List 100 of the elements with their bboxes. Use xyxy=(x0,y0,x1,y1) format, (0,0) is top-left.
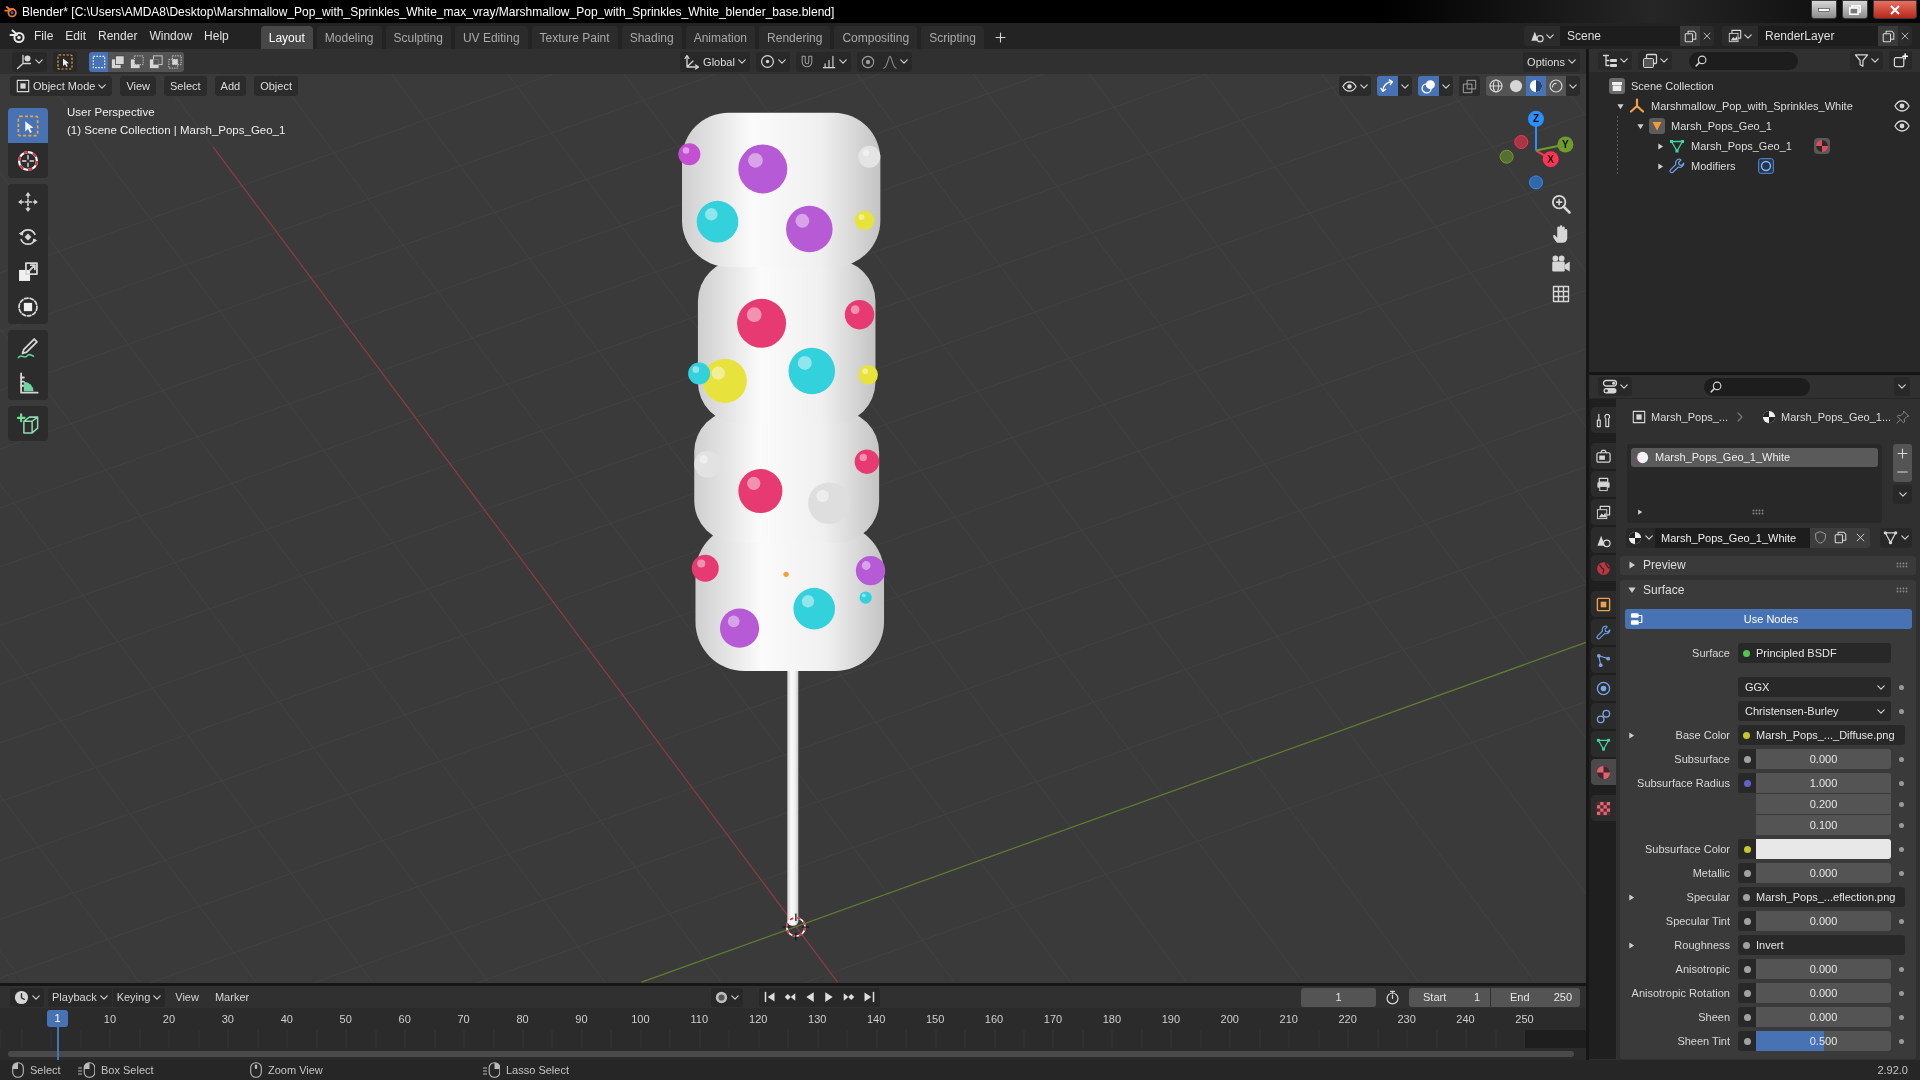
remove-view-layer-button[interactable] xyxy=(1898,26,1912,46)
pivot-dropdown[interactable] xyxy=(755,51,790,72)
add-slot-button[interactable] xyxy=(1893,443,1912,463)
menu-dropdown[interactable]: Playback xyxy=(48,987,112,1007)
shading-mode-button[interactable] xyxy=(1506,76,1526,96)
number-field[interactable]: 1.000 xyxy=(1756,773,1891,793)
grid-icon[interactable] xyxy=(1551,284,1571,304)
minimize-button[interactable] xyxy=(1811,0,1837,19)
dropdown[interactable]: Christensen-Burley xyxy=(1738,701,1891,721)
axis-handle[interactable]: Z xyxy=(1528,110,1544,152)
sphere-badge-icon[interactable] xyxy=(1813,138,1830,154)
keyframe-dot-icon[interactable] xyxy=(1898,708,1904,714)
link-mode-dropdown[interactable] xyxy=(1880,527,1912,548)
keyframe-dot-icon[interactable] xyxy=(1898,990,1904,996)
options-button[interactable] xyxy=(1894,377,1910,396)
search-field[interactable] xyxy=(1689,51,1798,70)
socket-button[interactable] xyxy=(1738,1031,1756,1051)
select-mode-button[interactable] xyxy=(108,51,127,72)
end-frame-field[interactable]: End 250 xyxy=(1491,987,1580,1007)
active-tool-button[interactable] xyxy=(53,51,77,72)
menu-item[interactable]: Render xyxy=(92,26,144,46)
editor-type-button[interactable] xyxy=(12,51,47,72)
number-field[interactable]: 0.000 xyxy=(1756,983,1891,1003)
socket-button[interactable] xyxy=(1738,911,1756,931)
eye-icon[interactable] xyxy=(1894,98,1910,114)
properties-tab[interactable] xyxy=(1591,647,1616,673)
menu-item[interactable]: View xyxy=(120,76,157,96)
workspace-tab[interactable]: Texture Paint xyxy=(531,26,618,49)
menu-item[interactable]: Object xyxy=(254,76,298,96)
scene-browse-button[interactable] xyxy=(1524,26,1560,46)
overlay-toggle[interactable] xyxy=(1418,76,1439,96)
use-nodes-button[interactable]: Use Nodes xyxy=(1625,609,1912,629)
outliner-item[interactable]: Marsh_Pops_Geo_1 xyxy=(1671,120,1772,132)
shading-mode-button[interactable] xyxy=(1546,76,1566,96)
workspace-tab[interactable]: Modeling xyxy=(316,26,382,49)
editor-type-button[interactable] xyxy=(1598,377,1632,396)
camera-icon[interactable] xyxy=(1551,254,1571,274)
view-layer-name-field[interactable]: RenderLayer xyxy=(1758,26,1878,46)
keyframe-dot-icon[interactable] xyxy=(1898,1038,1904,1044)
properties-tab[interactable] xyxy=(1591,703,1616,729)
link-field[interactable]: Marsh_Pops_...eflection.png xyxy=(1738,887,1905,907)
properties-tab[interactable] xyxy=(1591,471,1616,497)
toggle-menu-button[interactable] xyxy=(1439,76,1453,96)
eye-icon[interactable] xyxy=(1894,118,1910,134)
menu-item[interactable]: Marker xyxy=(208,987,256,1007)
unlink-material-button[interactable] xyxy=(1850,527,1870,548)
socket-button[interactable] xyxy=(1738,1007,1756,1027)
disclosure-triangle-icon[interactable] xyxy=(1636,122,1644,130)
disclosure-triangle-icon[interactable] xyxy=(1656,162,1664,170)
search-field[interactable] xyxy=(1704,377,1810,396)
new-scene-button[interactable] xyxy=(1680,26,1700,46)
keyframe-dot-icon[interactable] xyxy=(1898,780,1904,786)
socket-button[interactable] xyxy=(1738,839,1756,859)
negative-axis-handle[interactable] xyxy=(1499,149,1514,164)
new-view-layer-button[interactable] xyxy=(1878,26,1898,46)
workspace-tab[interactable]: Layout xyxy=(260,26,313,49)
tool-button[interactable] xyxy=(8,330,48,365)
slot-menu-button[interactable] xyxy=(1893,484,1912,504)
tool-button[interactable] xyxy=(8,406,48,441)
properties-tab[interactable] xyxy=(1591,443,1616,469)
properties-tab[interactable] xyxy=(1591,731,1616,757)
keyframe-dot-icon[interactable] xyxy=(1898,846,1904,852)
snap-target-dropdown[interactable] xyxy=(817,51,851,72)
jump-to-start-icon[interactable] xyxy=(763,991,776,1003)
workspace-tab[interactable]: Animation xyxy=(685,26,756,49)
number-field[interactable]: 0.000 xyxy=(1756,959,1891,979)
properties-tab[interactable] xyxy=(1591,407,1616,433)
crosshair-ring-icon[interactable] xyxy=(781,912,810,942)
pin-icon[interactable] xyxy=(1896,409,1911,424)
disclosure-triangle-icon[interactable] xyxy=(1628,941,1635,949)
shader-field[interactable]: Principled BSDF xyxy=(1738,643,1891,663)
outliner-item[interactable]: Marsh_Pops_Geo_1 xyxy=(1691,140,1792,152)
menu-item[interactable]: Window xyxy=(143,26,199,46)
fake-user-button[interactable] xyxy=(1810,527,1830,548)
workspace-tab[interactable]: Scripting xyxy=(921,26,984,49)
display-mode-dropdown[interactable] xyxy=(1638,51,1672,70)
resize-grip-icon[interactable] xyxy=(1751,508,1764,515)
auto-keying-button[interactable] xyxy=(710,987,743,1007)
previous-keyframe-icon[interactable] xyxy=(782,991,797,1003)
select-mode-button[interactable] xyxy=(146,51,165,72)
outliner-item[interactable]: Scene Collection xyxy=(1631,80,1714,92)
socket-button[interactable] xyxy=(1738,959,1756,979)
select-mode-button[interactable] xyxy=(165,51,184,72)
outliner-item[interactable]: Marshmallow_Pop_with_Sprinkles_White xyxy=(1651,100,1853,112)
link-field[interactable]: Invert xyxy=(1738,935,1905,955)
keyframe-dot-icon[interactable] xyxy=(1898,966,1904,972)
menu-item[interactable]: View xyxy=(169,987,205,1007)
properties-tab[interactable] xyxy=(1591,759,1616,785)
socket-button[interactable] xyxy=(1738,863,1756,883)
expand-triangle-icon[interactable] xyxy=(1637,508,1643,515)
menu-item[interactable]: File xyxy=(28,26,60,46)
stopwatch-icon[interactable] xyxy=(1385,989,1400,1005)
keyframe-dot-icon[interactable] xyxy=(1898,801,1904,807)
tool-button[interactable] xyxy=(8,365,48,400)
orientation-dropdown[interactable]: Global xyxy=(680,51,750,72)
workspace-tab[interactable]: Rendering xyxy=(759,26,831,49)
shading-menu-button[interactable] xyxy=(1566,76,1580,96)
number-field[interactable]: 0.000 xyxy=(1756,863,1891,883)
select-mode-button[interactable] xyxy=(89,51,108,72)
properties-tab[interactable] xyxy=(1591,527,1616,553)
